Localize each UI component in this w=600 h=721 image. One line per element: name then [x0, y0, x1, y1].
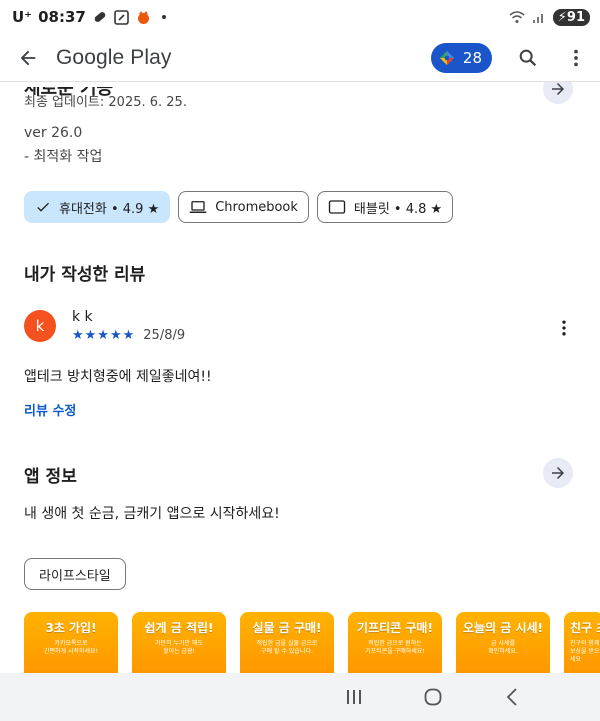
fox-app-icon — [136, 9, 152, 25]
my-review-title: 내가 작성한 리뷰 — [24, 265, 146, 285]
back-button[interactable] — [0, 34, 56, 82]
last-updated-text: 최종 업데이트: 2025. 6. 25. — [24, 95, 187, 110]
version-note: - 최적화 작업 — [24, 149, 103, 165]
arrow-back-icon — [20, 50, 36, 65]
recent-apps-icon — [347, 690, 361, 704]
chip-tablet-label: 태블릿 • 4.8 ★ — [353, 201, 443, 217]
screenshot-caption: 금 시세를 확인하세요. — [488, 640, 518, 655]
edit-app-icon — [114, 9, 130, 25]
avatar: k — [24, 310, 56, 342]
screenshot-title: 실물 금 구매! — [252, 621, 322, 635]
battery-level: 91 — [566, 9, 585, 25]
app-description: 내 생애 첫 순금, 금캐기 앱으로 시작하세요! — [24, 506, 280, 522]
app-info-title: 앱 정보 — [24, 467, 77, 487]
back-nav-button[interactable] — [498, 683, 526, 711]
screenshot-title: 쉽게 금 적립! — [144, 621, 214, 635]
review-text: 앱테크 방치형중에 제일좋네여!! — [24, 369, 212, 385]
recent-apps-button[interactable] — [340, 683, 368, 711]
laptop-icon — [189, 201, 207, 213]
tablet-icon — [328, 200, 346, 214]
app-title: Google Play — [56, 45, 172, 69]
screenshot-title: 친구 초대! — [570, 621, 600, 635]
battery-indicator: ⚡91 — [552, 8, 590, 26]
review-header: k k k ★★★★★ 25/8/9 — [24, 309, 185, 343]
more-vert-icon — [562, 320, 566, 336]
edit-review-link[interactable]: 리뷰 수정 — [24, 400, 76, 419]
chip-chromebook-label: Chromebook — [215, 199, 298, 215]
carrier-label: U⁺ — [12, 8, 33, 26]
home-icon — [424, 688, 442, 706]
device-chip-group: 휴대전화 • 4.9 ★ Chromebook 태블릿 • 4.8 ★ — [24, 191, 454, 223]
screenshot-caption: 적립한 금으로 원하는 기프티콘을 구매하세요! — [365, 640, 425, 655]
reviewer-name: k k — [72, 309, 93, 325]
check-icon — [37, 202, 49, 212]
pill-icon — [92, 9, 108, 25]
play-points-icon — [439, 50, 454, 65]
notification-dot — [161, 15, 166, 19]
signal-icon — [531, 9, 547, 25]
chevron-left-icon — [506, 688, 517, 706]
screenshot-caption: 친구와 함께 보상을 받으세요 — [570, 640, 600, 663]
review-more-button[interactable] — [550, 314, 578, 342]
app-bar: Google Play 28 — [0, 34, 600, 82]
system-nav-bar — [0, 673, 600, 721]
more-vert-icon — [574, 49, 578, 66]
screenshot-caption: 적립한 금을 실물 금으로 구매 할 수 있습니다. — [256, 640, 318, 655]
screenshot-caption: 카카오톡으로 간편하게 시작하세요! — [44, 640, 98, 655]
more-options-button[interactable] — [552, 34, 600, 82]
search-button[interactable] — [504, 34, 552, 82]
play-points-button[interactable]: 28 — [430, 42, 492, 73]
chip-phone[interactable]: 휴대전화 • 4.9 ★ — [24, 191, 171, 223]
home-button[interactable] — [419, 683, 447, 711]
chip-tablet[interactable]: 태블릿 • 4.8 ★ — [316, 191, 454, 223]
wifi-icon — [509, 9, 525, 25]
star-rating: ★★★★★ — [72, 328, 136, 343]
chip-phone-label: 휴대전화 • 4.9 ★ — [59, 201, 160, 217]
clock: 08:37 — [38, 8, 86, 26]
chip-chromebook[interactable]: Chromebook — [178, 191, 309, 223]
screenshot-title: 오늘의 금 시세! — [462, 621, 544, 635]
app-info-arrow-button[interactable] — [543, 458, 573, 488]
screenshot-title: 기프티콘 구매! — [357, 621, 433, 635]
points-count: 28 — [462, 48, 482, 67]
arrow-forward-icon — [552, 83, 564, 95]
screenshot-title: 3초 가입! — [45, 621, 97, 635]
arrow-forward-icon — [552, 467, 564, 479]
status-bar: U⁺ 08:37 ⚡91 — [0, 0, 600, 34]
screenshot-caption: 가만히 누기만 해도 쌓이는 금광! — [155, 640, 203, 655]
review-date: 25/8/9 — [143, 328, 186, 343]
version-text: ver 26.0 — [24, 125, 83, 141]
search-icon — [519, 49, 537, 66]
category-chip[interactable]: 라이프스타일 — [24, 558, 126, 590]
